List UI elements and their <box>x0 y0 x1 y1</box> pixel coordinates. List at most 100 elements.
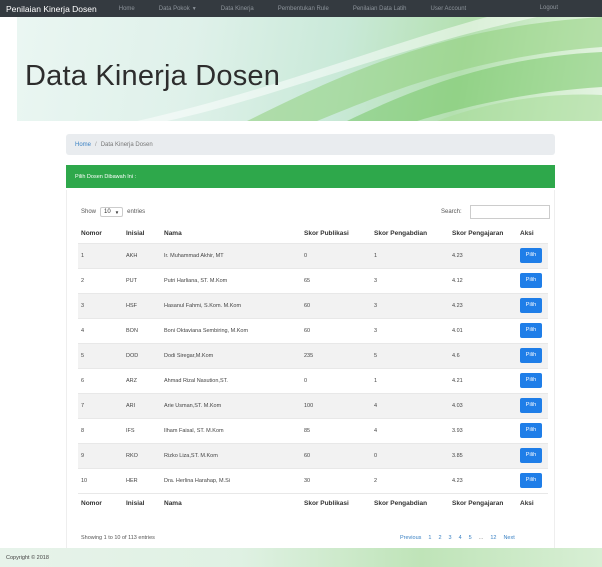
footer-header-aksi: Aksi <box>517 492 548 514</box>
pilih-button[interactable]: Pilih <box>520 323 542 338</box>
nav-item-data-pokok-label: Data Pokok <box>158 5 190 12</box>
pilih-button[interactable]: Pilih <box>520 248 542 263</box>
nav-item-penilaian-data-latih[interactable]: Penilaian Data Latih <box>353 6 407 12</box>
pilih-button[interactable]: Pilih <box>520 298 542 313</box>
pagination-previous[interactable]: Previous <box>400 535 421 541</box>
cell-inisial: ARZ <box>123 367 161 393</box>
cell-inisial: HSF <box>123 292 161 318</box>
cell-inisial: ARI <box>123 392 161 418</box>
cell-skor-pengabdian: 3 <box>371 292 449 318</box>
cell-skor-publikasi: 60 <box>301 292 371 318</box>
nav-item-user-account[interactable]: User Account <box>431 6 467 12</box>
column-header-skor-pengabdian[interactable]: Skor Pengabdian <box>371 224 449 243</box>
cell-skor-pengabdian: 3 <box>371 317 449 343</box>
breadcrumb-home-link[interactable]: Home <box>75 142 91 148</box>
cell-skor-publikasi: 65 <box>301 267 371 293</box>
table-search-control: Search: <box>441 205 550 219</box>
column-header-inisial[interactable]: Inisial <box>123 224 161 243</box>
show-label: Show <box>81 209 97 215</box>
pilih-button[interactable]: Pilih <box>520 448 542 463</box>
table-row: 4 BON Boni Oktaviana Sembiring, M.Kom 60… <box>78 317 548 343</box>
pilih-button[interactable]: Pilih <box>520 373 542 388</box>
cell-skor-pengajaran: 4.03 <box>449 392 517 418</box>
cell-nama: Ir. Muhammad Akhir, MT <box>161 242 301 268</box>
entries-length-select[interactable]: 10 ▼ <box>100 207 124 217</box>
cell-nama: Dodi Siregar,M.Kom <box>161 342 301 368</box>
lecturer-performance-table: Nomor Inisial Nama Skor Publikasi Skor P… <box>78 224 548 514</box>
nav-item-pembentukan-rule[interactable]: Pembentukan Rule <box>278 6 329 12</box>
nav-item-home[interactable]: Home <box>119 6 135 12</box>
cell-skor-publikasi: 60 <box>301 442 371 468</box>
cell-skor-pengajaran: 3.85 <box>449 442 517 468</box>
cell-inisial: IFS <box>123 417 161 443</box>
cell-inisial: RKO <box>123 442 161 468</box>
cell-inisial: HER <box>123 467 161 493</box>
nav-item-data-pokok[interactable]: Data Pokok ▼ <box>159 6 197 12</box>
cell-aksi: Pilih <box>517 342 548 368</box>
table-row: 9 RKO Rizko Liza,ST. M.Kom 60 0 3.85 Pil… <box>78 442 548 468</box>
cell-skor-publikasi: 60 <box>301 317 371 343</box>
navbar-brand[interactable]: Penilaian Kinerja Dosen <box>6 4 97 14</box>
pagination-page-5[interactable]: 5 <box>469 535 472 541</box>
footer-header-skor-pengajaran: Skor Pengajaran <box>449 492 517 514</box>
footer-header-nama: Nama <box>161 492 301 514</box>
cell-skor-pengabdian: 2 <box>371 467 449 493</box>
cell-nomor: 5 <box>78 342 123 368</box>
table-row: 3 HSF Hasanul Fahmi, S.Kom. M.Kom 60 3 4… <box>78 292 548 318</box>
cell-skor-pengajaran: 4.23 <box>449 467 517 493</box>
cell-aksi: Pilih <box>517 292 548 318</box>
nav-item-data-kinerja[interactable]: Data Kinerja <box>221 6 254 12</box>
cell-skor-publikasi: 0 <box>301 367 371 393</box>
instruction-banner: Pilih Dosen Dibawah Ini : <box>66 165 555 188</box>
cell-aksi: Pilih <box>517 267 548 293</box>
cell-nomor: 4 <box>78 317 123 343</box>
pilih-button[interactable]: Pilih <box>520 423 542 438</box>
table-row: 2 PUT Putri Harliana, ST. M.Kom 65 3 4.1… <box>78 267 548 293</box>
pilih-button[interactable]: Pilih <box>520 273 542 288</box>
column-header-nomor[interactable]: Nomor <box>78 224 123 243</box>
breadcrumb-separator: / <box>95 141 97 148</box>
pagination-ellipsis: ... <box>478 535 484 541</box>
cell-aksi: Pilih <box>517 317 548 343</box>
column-header-skor-pengajaran[interactable]: Skor Pengajaran <box>449 224 517 243</box>
cell-aksi: Pilih <box>517 367 548 393</box>
cell-skor-publikasi: 85 <box>301 417 371 443</box>
footer-header-nomor: Nomor <box>78 492 123 514</box>
table-row: 6 ARZ Ahmad Rizal Nasution,ST. 0 1 4.21 … <box>78 367 548 393</box>
search-input[interactable] <box>469 205 550 219</box>
cell-nomor: 2 <box>78 267 123 293</box>
pagination-page-1[interactable]: 1 <box>428 535 431 541</box>
cell-aksi: Pilih <box>517 242 548 268</box>
pagination-next[interactable]: Next <box>503 535 514 541</box>
cell-skor-pengabdian: 4 <box>371 392 449 418</box>
pilih-button[interactable]: Pilih <box>520 398 542 413</box>
pagination-page-3[interactable]: 3 <box>449 535 452 541</box>
dropdown-arrow-icon: ▼ <box>114 209 120 215</box>
table-row: 1 AKH Ir. Muhammad Akhir, MT 0 1 4.23 Pi… <box>78 242 548 268</box>
pagination-page-2[interactable]: 2 <box>438 535 441 541</box>
pilih-button[interactable]: Pilih <box>520 348 542 363</box>
pagination-page-last[interactable]: 12 <box>490 535 496 541</box>
table-row: 8 IFS Ilham Faisal, ST. M.Kom 85 4 3.93 … <box>78 417 548 443</box>
entries-length-control: Show 10 ▼ entries <box>81 207 145 217</box>
pagination-page-4[interactable]: 4 <box>459 535 462 541</box>
cell-nama: Boni Oktaviana Sembiring, M.Kom <box>161 317 301 343</box>
pilih-button[interactable]: Pilih <box>520 473 542 488</box>
column-header-nama[interactable]: Nama <box>161 224 301 243</box>
cell-nomor: 6 <box>78 367 123 393</box>
nav-item-logout[interactable]: Logout <box>540 5 558 11</box>
cell-nama: Dra. Herlina Harahap, M.Si <box>161 467 301 493</box>
footer-header-skor-publikasi: Skor Publikasi <box>301 492 371 514</box>
cell-aksi: Pilih <box>517 442 548 468</box>
cell-nama: Hasanul Fahmi, S.Kom. M.Kom <box>161 292 301 318</box>
cell-nama: Rizko Liza,ST. M.Kom <box>161 442 301 468</box>
cell-nama: Arie Usman,ST. M.Kom <box>161 392 301 418</box>
cell-aksi: Pilih <box>517 392 548 418</box>
entries-length-value: 10 <box>104 209 111 215</box>
cell-inisial: PUT <box>123 267 161 293</box>
cell-nomor: 7 <box>78 392 123 418</box>
column-header-skor-publikasi[interactable]: Skor Publikasi <box>301 224 371 243</box>
cell-skor-pengabdian: 1 <box>371 242 449 268</box>
column-header-aksi: Aksi <box>520 229 534 237</box>
footer-header-skor-pengabdian: Skor Pengabdian <box>371 492 449 514</box>
